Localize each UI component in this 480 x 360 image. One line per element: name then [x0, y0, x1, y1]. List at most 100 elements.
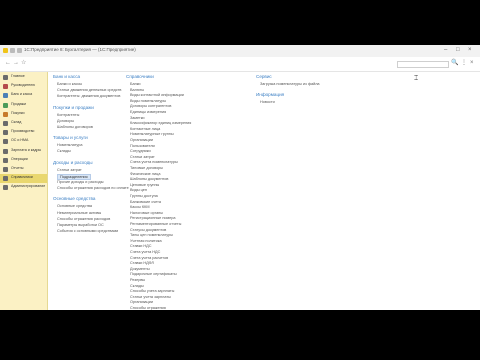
nav-link[interactable]: Организации	[130, 300, 153, 304]
star-icon[interactable]: ☆	[21, 60, 26, 67]
nav-link[interactable]: Склады	[57, 149, 71, 153]
sidebar-item[interactable]: Главное	[0, 73, 47, 82]
nav-link[interactable]: Счета учета номенклатуры	[130, 160, 178, 164]
nav-link[interactable]: Единицы измерения	[130, 110, 166, 114]
nav-link[interactable]: Способы учета зарплаты	[130, 289, 174, 293]
nav-link[interactable]: Договоры	[57, 119, 74, 123]
nav-link[interactable]: Физические лица	[130, 172, 160, 176]
nav-link[interactable]: Основные средства	[57, 204, 92, 208]
nav-link[interactable]: Группы доступа	[130, 194, 158, 198]
nav-link[interactable]: Налоговые органы	[130, 211, 163, 215]
sidebar-item[interactable]: Руководителю	[0, 82, 47, 91]
nav-link[interactable]: События с основными средствами	[57, 229, 118, 233]
nav-link[interactable]: Виды контактной информации	[130, 93, 184, 97]
nav-link[interactable]: Новости	[260, 100, 275, 104]
forward-icon[interactable]: →	[13, 60, 19, 67]
nav-link[interactable]: Ставки НДФЛ	[130, 261, 154, 265]
nav-link[interactable]: Кассы ККМ	[130, 205, 150, 209]
sidebar-item-label: Склад	[11, 120, 22, 124]
nav-link[interactable]: Способы отражения расходов	[57, 217, 110, 221]
nav-link[interactable]: Ставки НДС	[130, 244, 151, 248]
nav-link[interactable]: Ценовые группы	[130, 183, 159, 187]
nav-link[interactable]: Резервы	[130, 278, 145, 282]
nav-link[interactable]: Контрагенты: движения документов	[57, 94, 120, 98]
section-heading: Банк и касса	[53, 74, 81, 79]
nav-link[interactable]: Подразделения	[57, 173, 91, 180]
history-icon[interactable]	[17, 48, 22, 53]
sidebar-item[interactable]: Зарплата и кадры	[0, 147, 47, 156]
sidebar-item-label: Отчеты	[11, 166, 24, 170]
nav-link[interactable]: Номенклатурные группы	[130, 132, 174, 136]
section-heading: Товары и услуги	[53, 135, 88, 141]
nav-link[interactable]: Регистрационные номера	[130, 216, 176, 220]
sidebar-item-label: Главное	[11, 74, 25, 78]
more-icon[interactable]: ⋮	[461, 60, 467, 67]
sidebar-item-label: Администрирование	[11, 184, 46, 189]
back-icon[interactable]: ←	[5, 60, 11, 67]
nav-link[interactable]: Параметры выработки ОС	[57, 223, 104, 227]
nav-link[interactable]: Склады	[130, 284, 144, 288]
assets-icon	[3, 139, 8, 145]
nav-link[interactable]: Нематериальные активы	[57, 211, 101, 215]
nav-link[interactable]: Регламентированные отчеты	[130, 222, 181, 226]
sidebar-item[interactable]: Продажи	[0, 101, 47, 110]
sidebar-item[interactable]: Покупки	[0, 110, 47, 119]
nav-link[interactable]: Пользователи	[130, 144, 155, 148]
nav-link[interactable]: Банки	[130, 82, 140, 86]
nav-link[interactable]: Шаблоны договоров	[57, 125, 93, 129]
close-icon[interactable]: ×	[470, 60, 474, 67]
close-window-icon[interactable]: ×	[468, 47, 472, 54]
app-logo-icon	[3, 48, 8, 53]
nav-link[interactable]: Контрагенты	[57, 113, 79, 117]
nav-link[interactable]: Шаблоны документов	[130, 177, 168, 181]
nav-link[interactable]: Счета учета расчетов	[130, 256, 168, 260]
sidebar-item[interactable]: Операции	[0, 156, 47, 165]
reports-icon	[3, 167, 8, 172]
nav-link[interactable]: Виды цен	[130, 188, 147, 192]
nav-link[interactable]: Документы	[130, 267, 150, 271]
nav-link[interactable]: Подарочные сертификаты	[130, 272, 177, 276]
nav-link[interactable]: Статусы документов	[130, 228, 166, 232]
sidebar-item-label: Операции	[11, 156, 28, 161]
nav-link[interactable]: Классификатор единиц измерения	[130, 121, 191, 125]
nav-link[interactable]: Типы цен номенклатуры	[130, 233, 173, 237]
sidebar-item-label: Производство	[11, 129, 35, 134]
nav-link[interactable]: Статьи затрат	[130, 155, 155, 159]
nav-link[interactable]: Загрузка номенклатуры из файла	[260, 82, 320, 86]
nav-link[interactable]: Организации	[130, 138, 153, 142]
nav-link[interactable]: Договоры контрагентов	[130, 104, 171, 108]
nav-link[interactable]: Способы отражения расходов по оплате	[57, 186, 129, 190]
nav-link[interactable]: Заметки	[130, 116, 145, 120]
nav-link[interactable]: Банки и кассы	[57, 82, 82, 86]
sidebar-item[interactable]: Справочники	[0, 174, 47, 184]
search-icon[interactable]: 🔍	[451, 60, 458, 67]
section-heading: Справочники	[126, 74, 154, 79]
menu-icon[interactable]	[10, 48, 15, 53]
application-window: 1С:Предприятие 8: Бухгалтерия — (1С:Пред…	[0, 45, 480, 310]
nav-link[interactable]: Прочие доходы и расходы	[57, 180, 103, 184]
nav-link[interactable]: Валюты	[130, 88, 144, 92]
nav-link[interactable]: Счета учета НДС	[130, 250, 160, 254]
nav-link[interactable]: Учетная политика	[130, 239, 162, 243]
nav-link[interactable]: Статьи движения денежных средств	[57, 88, 121, 92]
sidebar-item[interactable]: Производство	[0, 128, 47, 137]
sidebar-item[interactable]: Отчеты	[0, 165, 47, 174]
nav-link[interactable]: Контактные лица	[130, 127, 160, 131]
nav-link[interactable]: Сотрудники	[130, 149, 151, 153]
sidebar-item[interactable]: Склад	[0, 119, 47, 128]
sidebar-item[interactable]: Банк и касса	[0, 91, 47, 100]
nav-link[interactable]: Статьи учета зарплаты	[130, 295, 171, 299]
maximize-icon[interactable]: □	[456, 47, 460, 54]
nav-link[interactable]: Типовые договоры	[130, 166, 163, 170]
nav-link[interactable]: Статьи затрат	[57, 168, 82, 172]
nav-link[interactable]: Номенклатура	[57, 143, 82, 147]
sidebar-item[interactable]: ОС и НМА	[0, 137, 47, 146]
section-heading: Сервис	[256, 74, 272, 79]
search-input[interactable]	[397, 61, 449, 68]
sidebar-item[interactable]: Администрирование	[0, 183, 47, 192]
sidebar-item-label: Покупки	[11, 110, 25, 115]
nav-link[interactable]: Виды номенклатуры	[130, 99, 166, 103]
nav-link[interactable]: Банковские счета	[130, 200, 161, 204]
nav-link[interactable]: Способы отражения	[130, 306, 166, 310]
minimize-icon[interactable]: –	[444, 47, 447, 54]
